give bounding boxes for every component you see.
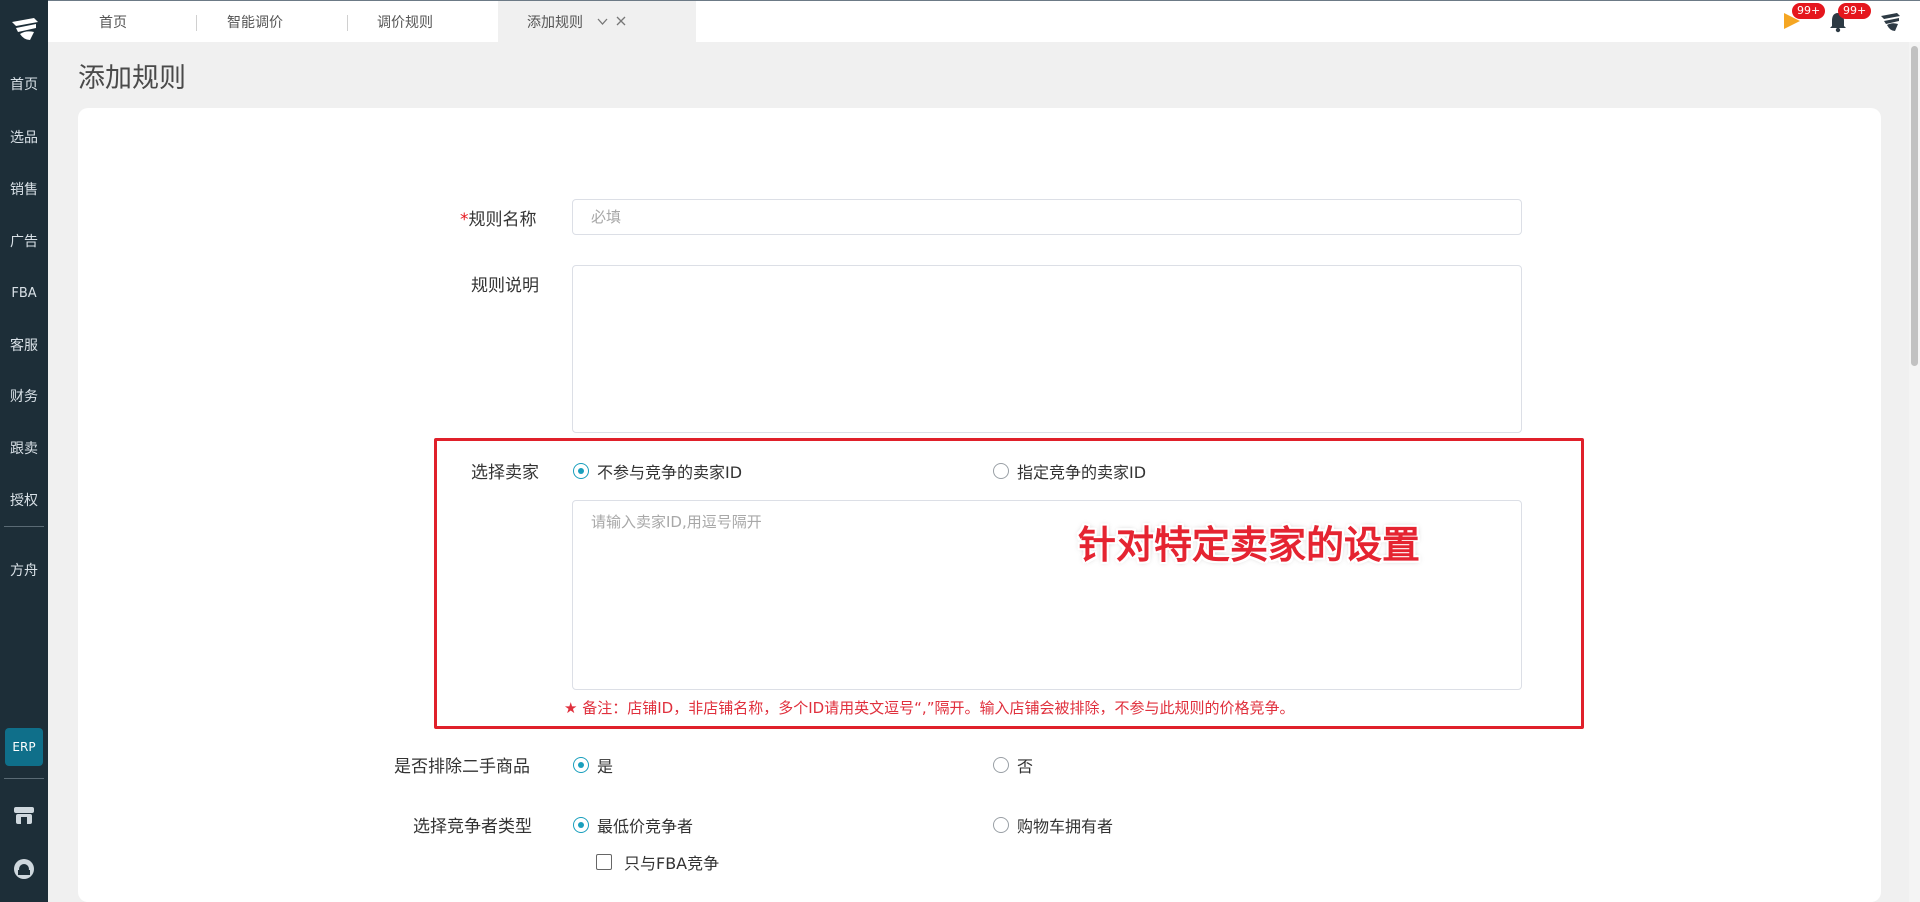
- tab-separator: [196, 15, 197, 31]
- tab-repricing-rules[interactable]: 调价规则: [377, 1, 433, 43]
- top-bar: 首页 智能调价 调价规则 添加规则 99+ 99+: [48, 0, 1920, 43]
- sidebar-item-sales[interactable]: 销售: [0, 174, 48, 204]
- chevron-down-icon[interactable]: [597, 15, 608, 29]
- radio-label: 是: [597, 757, 614, 776]
- radio-circle: [993, 463, 1009, 479]
- radio-circle: [573, 463, 589, 479]
- seller-note: ★ 备注：店铺ID，非店铺名称，多个ID请用英文逗号“,”隔开。输入店铺会被排除…: [564, 699, 1295, 717]
- flag-badge: 99+: [1792, 3, 1826, 19]
- rule-desc-label: 规则说明: [471, 276, 539, 296]
- radio-label: 指定竞争的卖家ID: [1017, 463, 1147, 482]
- radio-circle: [573, 757, 589, 773]
- radio-excluded-seller-ids[interactable]: 不参与竞争的卖家ID: [573, 459, 742, 483]
- checkbox-label: 只与FBA竞争: [624, 854, 720, 873]
- sidebar-item-follow-sell[interactable]: 跟卖: [0, 433, 48, 463]
- sidebar-item-authorization[interactable]: 授权: [0, 485, 48, 515]
- radio-circle: [573, 817, 589, 833]
- rule-desc-textarea[interactable]: [572, 265, 1522, 433]
- tab-add-rule-label: 添加规则: [527, 15, 583, 31]
- radio-label: 否: [1017, 757, 1034, 776]
- sidebar-item-ads[interactable]: 广告: [0, 226, 48, 256]
- radio-label: 不参与竞争的卖家ID: [597, 463, 743, 482]
- support-icon[interactable]: [12, 857, 36, 881]
- tab-home[interactable]: 首页: [99, 1, 127, 43]
- radio-specified-seller-ids[interactable]: 指定竞争的卖家ID: [993, 459, 1146, 483]
- seller-label: 选择卖家: [471, 463, 539, 483]
- competitor-type-label: 选择竞争者类型: [413, 817, 532, 837]
- bell-badge: 99+: [1838, 3, 1872, 19]
- sidebar-item-ark[interactable]: 方舟: [0, 555, 48, 585]
- fba-only-checkbox[interactable]: 只与FBA竞争: [596, 850, 719, 874]
- sidebar-item-fba[interactable]: FBA: [0, 278, 48, 308]
- checkbox-box: [596, 854, 612, 870]
- erp-button[interactable]: ERP: [5, 728, 43, 766]
- tab-separator: [347, 15, 348, 31]
- sidebar-item-finance[interactable]: 财务: [0, 381, 48, 411]
- radio-lowest-price-competitor[interactable]: 最低价竞争者: [573, 813, 693, 837]
- sidebar-item-customer-service[interactable]: 客服: [0, 330, 48, 360]
- avatar-icon: [1881, 13, 1900, 31]
- sidebar-item-home[interactable]: 首页: [0, 69, 48, 99]
- radio-exclude-used-yes[interactable]: 是: [573, 753, 613, 777]
- sidebar-divider-bottom: [4, 778, 44, 779]
- rule-name-label: *规则名称: [460, 205, 537, 230]
- radio-circle: [993, 757, 1009, 773]
- user-avatar[interactable]: [1878, 1, 1908, 43]
- rule-name-label-text: 规则名称: [468, 210, 537, 230]
- exclude-used-label: 是否排除二手商品: [394, 757, 530, 777]
- radio-circle: [993, 817, 1009, 833]
- sidebar: 首页 选品 销售 广告 FBA 客服 财务 跟卖 授权 方舟 ERP: [0, 0, 48, 902]
- annotation-text: 针对特定卖家的设置: [1078, 523, 1421, 567]
- tab-smart-repricing[interactable]: 智能调价: [227, 1, 283, 43]
- sidebar-item-product-selection[interactable]: 选品: [0, 122, 48, 152]
- app-logo[interactable]: [0, 0, 48, 58]
- page-scrollbar[interactable]: [1909, 42, 1920, 902]
- close-icon[interactable]: [616, 15, 626, 29]
- logo-icon: [12, 18, 38, 40]
- radio-exclude-used-no[interactable]: 否: [993, 753, 1033, 777]
- store-icon[interactable]: [12, 804, 36, 828]
- radio-buybox-owner[interactable]: 购物车拥有者: [993, 813, 1113, 837]
- page-title: 添加规则: [78, 63, 186, 94]
- rule-name-input[interactable]: [572, 199, 1522, 235]
- radio-label: 购物车拥有者: [1017, 817, 1114, 836]
- required-mark: *: [460, 210, 469, 230]
- scrollbar-thumb[interactable]: [1911, 46, 1918, 366]
- tab-add-rule[interactable]: 添加规则: [498, 1, 696, 43]
- sidebar-divider: [4, 526, 44, 527]
- radio-label: 最低价竞争者: [597, 817, 694, 836]
